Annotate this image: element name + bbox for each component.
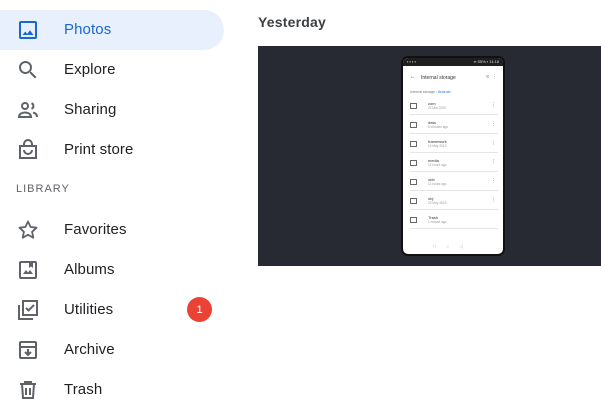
sidebar-item-favorites[interactable]: Favorites <box>0 210 224 250</box>
sidebar-item-label: Favorites <box>64 221 127 238</box>
folder-icon <box>410 179 417 185</box>
file-row: framework 14 May 2019 ⋮ <box>410 138 498 153</box>
more-icon: ⋮ <box>491 178 496 184</box>
sidebar-item-explore[interactable]: Explore <box>0 50 224 90</box>
file-row: Trash 1 minute ago <box>410 214 498 229</box>
people-icon <box>16 98 40 122</box>
sidebar-item-albums[interactable]: Albums <box>0 250 224 290</box>
sidebar-item-label: Utilities <box>64 301 114 318</box>
phone-status-left: ▪ ▪ ▪ ▪ <box>407 59 417 64</box>
sidebar-item-label: Archive <box>64 341 115 358</box>
more-icon: ⋮ <box>491 140 496 146</box>
folder-icon <box>410 198 417 204</box>
file-row: obb 11 hours ago ⋮ <box>410 176 498 191</box>
breadcrumb: Internal storage › Android <box>410 90 450 94</box>
checklist-icon <box>16 298 40 322</box>
file-row: media 11 hours ago ⋮ <box>410 157 498 172</box>
folder-icon <box>410 217 417 223</box>
library-section-label: LIBRARY <box>16 183 70 195</box>
sidebar-item-label: Photos <box>64 21 112 38</box>
file-meta: 22 May 2019 <box>428 201 447 205</box>
phone-nav-bar: □○◁ <box>433 244 473 250</box>
file-meta: 24 Mar 2020 <box>428 106 446 110</box>
breadcrumb-root: Internal storage <box>410 90 435 94</box>
file-meta: 1 minute ago <box>428 220 447 224</box>
sidebar-item-sharing[interactable]: Sharing <box>0 90 224 130</box>
file-row: com 24 Mar 2020 ⋮ <box>410 100 498 115</box>
date-heading: Yesterday <box>258 14 326 30</box>
sidebar-item-label: Explore <box>64 61 116 78</box>
photo-icon <box>16 18 40 42</box>
search-icon <box>16 58 40 82</box>
sidebar-item-print-store[interactable]: Print store <box>0 130 224 170</box>
file-row: obj 22 May 2019 ⋮ <box>410 195 498 210</box>
sidebar: Photos Explore Sharing Print store LIBRA… <box>0 0 240 413</box>
archive-icon <box>16 338 40 362</box>
folder-icon <box>410 103 417 109</box>
file-meta: 5 minutes ago <box>428 125 449 129</box>
breadcrumb-separator: › <box>435 90 438 94</box>
photo-thumbnail[interactable]: ▪ ▪ ▪ ▪ ▪▪ 55% ▪ 11:18 ← Internal storag… <box>258 46 601 266</box>
breadcrumb-current: Android <box>438 90 451 94</box>
sidebar-item-trash[interactable]: Trash <box>0 370 224 410</box>
file-row: data 5 minutes ago ⋮ <box>410 119 498 134</box>
trash-icon <box>16 378 40 402</box>
more-icon: ⋮ <box>491 121 496 127</box>
sidebar-item-label: Sharing <box>64 101 117 118</box>
folder-icon <box>410 160 417 166</box>
folder-icon <box>410 122 417 128</box>
phone-title: Internal storage <box>421 75 456 81</box>
album-icon <box>16 258 40 282</box>
sidebar-item-photos[interactable]: Photos <box>0 10 224 50</box>
sidebar-item-label: Trash <box>64 381 103 398</box>
utilities-badge: 1 <box>187 297 212 322</box>
phone-status-right: ▪▪ 55% ▪ 11:18 <box>473 59 499 64</box>
more-icon: ⋮ <box>491 102 496 108</box>
file-meta: 11 hours ago <box>428 163 447 167</box>
sidebar-item-archive[interactable]: Archive <box>0 330 224 370</box>
back-arrow-icon: ← <box>410 74 416 80</box>
phone-status-bar: ▪ ▪ ▪ ▪ ▪▪ 55% ▪ 11:18 <box>403 58 503 66</box>
sidebar-item-label: Print store <box>64 141 134 158</box>
folder-icon <box>410 141 417 147</box>
more-options-icon: ≡ ⋮ <box>486 74 497 80</box>
shopping-bag-icon <box>16 138 40 162</box>
more-icon: ⋮ <box>491 159 496 165</box>
more-icon: ⋮ <box>491 197 496 203</box>
file-meta: 11 hours ago <box>428 182 447 186</box>
sidebar-item-label: Albums <box>64 261 115 278</box>
file-meta: 14 May 2019 <box>428 144 447 148</box>
phone-screenshot: ▪ ▪ ▪ ▪ ▪▪ 55% ▪ 11:18 ← Internal storag… <box>401 56 505 256</box>
star-icon <box>16 218 40 242</box>
